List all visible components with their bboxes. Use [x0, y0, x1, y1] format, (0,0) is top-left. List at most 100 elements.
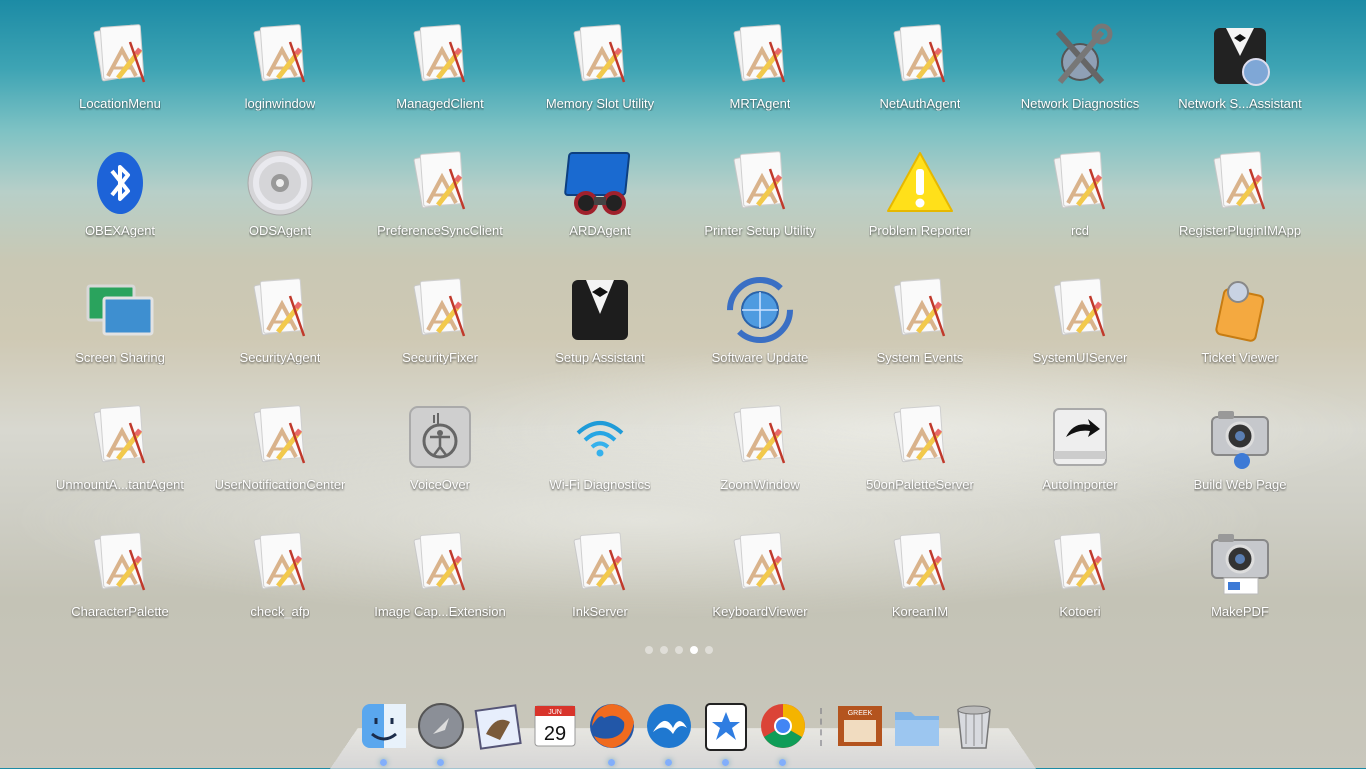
firefox-icon[interactable] — [586, 698, 638, 754]
app-label: Image Cap...Extension — [374, 604, 506, 619]
app-tile[interactable]: MRTAgent — [680, 2, 840, 122]
generic-app-icon — [724, 147, 796, 219]
app-tile[interactable]: Problem Reporter — [840, 129, 1000, 249]
app-tile[interactable]: System Events — [840, 256, 1000, 376]
calendar-day: 29 — [544, 723, 566, 745]
generic-app-icon — [404, 20, 476, 92]
app-tile[interactable]: LocationMenu — [40, 2, 200, 122]
warning-icon — [884, 147, 956, 219]
app-label: OBEXAgent — [85, 223, 155, 238]
generic-app-icon — [244, 401, 316, 473]
binoculars-screen-icon — [564, 147, 636, 219]
app-label: loginwindow — [245, 96, 316, 111]
app-tile[interactable]: UnmountA...tantAgent — [40, 383, 200, 503]
app-label: Setup Assistant — [555, 350, 645, 365]
page-dot[interactable] — [675, 646, 683, 654]
app-tile[interactable]: SecurityFixer — [360, 256, 520, 376]
app-label: check_afp — [250, 604, 309, 619]
app-tile[interactable]: CharacterPalette — [40, 510, 200, 630]
app-tile[interactable]: check_afp — [200, 510, 360, 630]
app-tile[interactable]: KoreanIM — [840, 510, 1000, 630]
app-tile[interactable]: 50onPaletteServer — [840, 383, 1000, 503]
folder-icon[interactable] — [891, 698, 943, 754]
page-dot[interactable] — [645, 646, 653, 654]
app-tile[interactable]: Build Web Page — [1160, 383, 1320, 503]
openoffice-icon[interactable] — [643, 698, 695, 754]
app-tile[interactable]: UserNotificationCenter — [200, 383, 360, 503]
app-label: rcd — [1071, 223, 1089, 238]
app-tile[interactable]: InkServer — [520, 510, 680, 630]
app-tile[interactable]: Network S...Assistant — [1160, 2, 1320, 122]
app-tile[interactable]: ARDAgent — [520, 129, 680, 249]
app-tile[interactable]: NetAuthAgent — [840, 2, 1000, 122]
app-tile[interactable]: Screen Sharing — [40, 256, 200, 376]
app-tile[interactable]: VoiceOver — [360, 383, 520, 503]
app-tile[interactable]: PreferenceSyncClient — [360, 129, 520, 249]
generic-app-icon — [884, 20, 956, 92]
app-label: PreferenceSyncClient — [377, 223, 503, 238]
app-tile[interactable]: Ticket Viewer — [1160, 256, 1320, 376]
camera-pdf-icon — [1204, 528, 1276, 600]
app-label: Network S...Assistant — [1178, 96, 1302, 111]
app-label: ManagedClient — [396, 96, 483, 111]
app-tile[interactable]: Setup Assistant — [520, 256, 680, 376]
app-tile[interactable]: loginwindow — [200, 2, 360, 122]
page-dot[interactable] — [660, 646, 668, 654]
app-label: ODSAgent — [249, 223, 311, 238]
app-label: Wi-Fi Diagnostics — [549, 477, 650, 492]
app-tile[interactable]: RegisterPluginIMApp — [1160, 129, 1320, 249]
app-tile[interactable]: MakePDF — [1160, 510, 1320, 630]
app-tile[interactable]: ZoomWindow — [680, 383, 840, 503]
launchpad-icon[interactable] — [415, 698, 467, 754]
app-tile[interactable]: Image Cap...Extension — [360, 510, 520, 630]
greek-book-icon[interactable]: GREEK — [834, 698, 886, 754]
safari-starred-icon[interactable] — [700, 698, 752, 754]
generic-app-icon — [884, 274, 956, 346]
calendar-month: JUN — [548, 709, 562, 716]
app-tile[interactable]: SystemUIServer — [1000, 256, 1160, 376]
app-tile[interactable]: Memory Slot Utility — [520, 2, 680, 122]
page-dot[interactable] — [705, 646, 713, 654]
app-tile[interactable]: AutoImporter — [1000, 383, 1160, 503]
chrome-icon[interactable] — [757, 698, 809, 754]
app-tile[interactable]: Printer Setup Utility — [680, 129, 840, 249]
calendar-icon[interactable]: JUN 29 — [529, 698, 581, 754]
running-indicator — [380, 759, 387, 766]
butler-icon — [564, 274, 636, 346]
generic-app-icon — [244, 274, 316, 346]
generic-app-icon — [1044, 274, 1116, 346]
app-label: KoreanIM — [892, 604, 948, 619]
generic-app-icon — [404, 147, 476, 219]
finder-icon[interactable] — [358, 698, 410, 754]
app-tile[interactable]: Network Diagnostics — [1000, 2, 1160, 122]
launchpad-grid: LocationMenu loginwindow ManagedClient M… — [0, 0, 1366, 640]
app-label: Ticket Viewer — [1201, 350, 1278, 365]
generic-app-icon — [564, 528, 636, 600]
app-tile[interactable]: Software Update — [680, 256, 840, 376]
app-label: UnmountA...tantAgent — [56, 477, 184, 492]
trash-icon[interactable] — [948, 698, 1000, 754]
app-label: SecurityAgent — [240, 350, 321, 365]
app-label: 50onPaletteServer — [866, 477, 974, 492]
app-label: InkServer — [572, 604, 628, 619]
app-label: Kotoeri — [1059, 604, 1100, 619]
generic-app-icon — [84, 528, 156, 600]
app-tile[interactable]: rcd — [1000, 129, 1160, 249]
app-tile[interactable]: Kotoeri — [1000, 510, 1160, 630]
app-tile[interactable]: KeyboardViewer — [680, 510, 840, 630]
app-tile[interactable]: Wi-Fi Diagnostics — [520, 383, 680, 503]
generic-app-icon — [564, 20, 636, 92]
app-label: Printer Setup Utility — [704, 223, 815, 238]
page-dot[interactable] — [690, 646, 698, 654]
generic-app-icon — [244, 20, 316, 92]
app-tile[interactable]: SecurityAgent — [200, 256, 360, 376]
app-tile[interactable]: OBEXAgent — [40, 129, 200, 249]
mail-icon[interactable] — [472, 698, 524, 754]
app-tile[interactable]: ManagedClient — [360, 2, 520, 122]
running-indicator — [608, 759, 615, 766]
app-label: KeyboardViewer — [712, 604, 807, 619]
app-label: SystemUIServer — [1033, 350, 1128, 365]
generic-app-icon — [244, 528, 316, 600]
app-label: ZoomWindow — [720, 477, 799, 492]
app-tile[interactable]: ODSAgent — [200, 129, 360, 249]
